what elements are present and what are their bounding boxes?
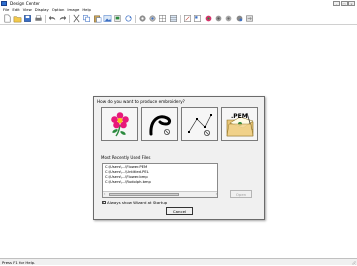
stitch-points-button[interactable] bbox=[181, 107, 218, 141]
wizard-dialog: How do you want to produce embroidery? .… bbox=[93, 96, 265, 220]
grid2-icon[interactable] bbox=[168, 14, 178, 24]
open-pem-button[interactable]: .PEM bbox=[221, 107, 258, 141]
toolbar bbox=[0, 13, 357, 25]
minimize-button[interactable]: – bbox=[333, 1, 340, 6]
new-icon[interactable] bbox=[2, 14, 12, 24]
checkbox-label: Always show Wizard at Startup bbox=[107, 200, 168, 205]
open-button[interactable]: Open bbox=[230, 190, 252, 198]
close-button[interactable]: × bbox=[348, 1, 355, 6]
settings2-icon[interactable] bbox=[148, 14, 158, 24]
layout-icon[interactable] bbox=[193, 14, 203, 24]
redo-icon[interactable] bbox=[57, 14, 67, 24]
always-show-checkbox[interactable]: ✓ bbox=[102, 201, 106, 205]
title-bar: Design Center – □ × bbox=[0, 0, 357, 7]
toolbar-separator bbox=[135, 14, 136, 23]
maximize-button[interactable]: □ bbox=[340, 1, 348, 6]
mru-label: Most Recently Used Files bbox=[101, 155, 151, 160]
scroll-thumb[interactable] bbox=[109, 193, 179, 196]
color3-icon[interactable] bbox=[224, 14, 234, 24]
list-item[interactable]: C:\Users\...\Rudolph.bmp bbox=[105, 180, 151, 185]
pem-file-icon: .PEM bbox=[226, 112, 254, 137]
import-icon[interactable] bbox=[113, 14, 123, 24]
outline-icon bbox=[148, 115, 171, 136]
window-title: Design Center bbox=[10, 1, 40, 6]
points-icon bbox=[187, 114, 212, 136]
app-icon bbox=[1, 1, 7, 6]
flower-icon bbox=[110, 112, 129, 137]
toolbar-separator bbox=[69, 14, 70, 23]
rotate-icon[interactable] bbox=[123, 14, 133, 24]
cut-icon[interactable] bbox=[71, 14, 81, 24]
horizontal-scrollbar[interactable]: ‹ › bbox=[103, 191, 217, 197]
dialog-title: How do you want to produce embroidery? bbox=[97, 99, 185, 104]
color4-icon[interactable] bbox=[234, 14, 244, 24]
settings-icon[interactable] bbox=[137, 14, 147, 24]
save-icon[interactable] bbox=[23, 14, 33, 24]
wizard-startup-option: ✓ Always show Wizard at Startup bbox=[102, 200, 167, 205]
image-icon[interactable] bbox=[103, 14, 113, 24]
resize-grip-icon[interactable] bbox=[351, 260, 356, 265]
print-icon[interactable] bbox=[33, 14, 43, 24]
toolbar-separator bbox=[45, 14, 46, 23]
toolbar-separator bbox=[180, 14, 181, 23]
paste-icon[interactable] bbox=[92, 14, 102, 24]
scroll-left-icon[interactable]: ‹ bbox=[104, 192, 105, 197]
export-icon[interactable] bbox=[245, 14, 255, 24]
color2-icon[interactable] bbox=[213, 14, 223, 24]
undo-icon[interactable] bbox=[47, 14, 57, 24]
grid-icon[interactable] bbox=[158, 14, 168, 24]
window-controls: – □ × bbox=[333, 1, 355, 6]
cancel-button[interactable]: Cancel bbox=[166, 207, 193, 215]
workspace: How do you want to produce embroidery? .… bbox=[0, 25, 357, 258]
copy-icon[interactable] bbox=[82, 14, 92, 24]
check-mark-icon: ✓ bbox=[102, 200, 106, 204]
open-icon[interactable] bbox=[12, 14, 22, 24]
pem-label: .PEM bbox=[231, 113, 248, 120]
status-bar: Press F1 for Help. bbox=[0, 258, 357, 265]
image-to-stitch-button[interactable] bbox=[101, 107, 138, 141]
scale-icon[interactable] bbox=[182, 14, 192, 24]
outline-button[interactable] bbox=[141, 107, 178, 141]
mru-list[interactable]: C:\Users\...\Flower.PEM C:\Users\...\Unt… bbox=[102, 163, 218, 198]
scroll-right-icon[interactable]: › bbox=[216, 192, 217, 197]
color-icon[interactable] bbox=[203, 14, 213, 24]
